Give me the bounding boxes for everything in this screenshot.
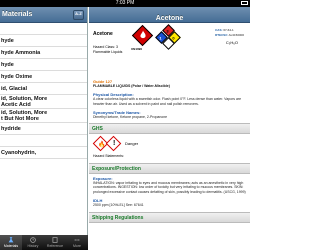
list-item-label: id, Glacial <box>1 86 27 92</box>
list-item-label: hyde <box>1 62 14 68</box>
list-item[interactable]: id, Solution, More t But Not More <box>0 109 87 123</box>
nfpa-fire: 3 <box>166 28 169 34</box>
list-item[interactable]: id, Solution, More Acetic Acid <box>0 95 87 109</box>
identifiers: CAS: 67-64-1 RTECS#: AL3150000 <box>215 28 244 37</box>
tab-materials-label: Materials <box>3 244 19 248</box>
chemical-name: Acetone <box>93 31 113 37</box>
hazard-statements[interactable]: Hazard Statements: <box>93 154 124 158</box>
exposure-text: INHALATION: vapor irritating to eyes and… <box>93 180 246 194</box>
list-item[interactable]: hyde <box>0 59 87 71</box>
list-item-label: id, Solution, More Acetic Acid <box>1 96 48 108</box>
exposure-section: Exposure: INHALATION: vapor irritating t… <box>89 174 250 209</box>
materials-list: hyde hyde Ammonia hyde hyde Oxime id, Glacia… <box>0 23 87 159</box>
list-item-label: hyde Oxime <box>1 74 33 80</box>
list-item-label: hyde Ammonia <box>1 50 41 56</box>
list-item[interactable] <box>0 135 87 147</box>
exclamation-icon: ! <box>113 139 116 147</box>
tab-history-label: History <box>27 244 39 248</box>
sort-az-button[interactable]: A-Z <box>73 10 84 20</box>
physical-text: A clear colorless liquid with a sweetish… <box>93 97 242 106</box>
sort-az-label: A-Z <box>75 10 82 16</box>
ghs-section: 🔥 ! Danger Hazard Statements: <box>89 134 250 160</box>
cas-value: 67-64-1 <box>223 28 234 32</box>
idlh-text: 2500 ppm [10%LEL] See: 67641 <box>93 203 144 207</box>
materials-panel: Materials A-Z hyde hyde Ammonia hyde hyde O… <box>0 7 88 250</box>
status-time: 7:03 PM <box>115 0 135 6</box>
tab-more-label: More <box>73 244 81 248</box>
cas-label: CAS: <box>215 28 223 32</box>
detail-content[interactable]: Acetone Hazard Class: 3 Flammable Liquid… <box>89 23 250 250</box>
guide-desc: FLAMMABLE LIQUIDS (Polar / Water-Miscibl… <box>93 84 170 88</box>
list-item-label: id, Solution, More t But Not More <box>1 110 48 122</box>
tab-reference[interactable]: Reference <box>44 235 66 250</box>
more-icon <box>74 239 80 241</box>
list-item[interactable]: id, Glacial <box>0 83 87 95</box>
detail-nav-bar: Acetone <box>89 7 250 23</box>
tab-reference-label: Reference <box>46 244 64 248</box>
tab-bar: Materials History Reference More <box>0 235 88 250</box>
hazard-class-number: Hazard Class: 3 <box>93 45 118 49</box>
materials-nav-bar: Materials A-Z <box>0 7 87 23</box>
list-item-label: Cyanohydrin, <box>1 150 37 156</box>
detail-title: Acetone <box>155 15 184 22</box>
list-item-label: hydride <box>1 126 21 132</box>
detail-panel: Acetone Acetone Hazard Class: 3 Flammabl… <box>89 7 250 250</box>
clock-icon <box>30 237 36 243</box>
synonyms-text: Dimethyl ketone, Ketone propane, 2-Propa… <box>93 115 168 119</box>
shipping-section-header[interactable]: Shipping Regulations <box>89 211 250 223</box>
status-bar: 7:03 PM <box>0 0 250 7</box>
book-icon <box>52 237 58 243</box>
chemical-formula: C₃H₆O <box>225 40 238 45</box>
flame-icon: 🔥 <box>98 141 106 148</box>
guide-section: Guide 127 FLAMMABLE LIQUIDS (Polar / Wat… <box>89 79 250 120</box>
list-item-label: hyde <box>1 38 14 44</box>
materials-title: Materials <box>2 11 33 18</box>
exposure-section-header: Exposure/Protection <box>89 162 250 174</box>
nfpa-health: 1 <box>159 35 162 41</box>
tab-more[interactable]: More <box>66 235 88 250</box>
battery-icon <box>241 1 248 5</box>
flammable-placard-icon <box>131 24 154 47</box>
flask-icon <box>8 237 14 243</box>
tab-materials[interactable]: Materials <box>0 235 22 250</box>
un-number: UN1090 <box>131 47 143 51</box>
chemical-header: Acetone Hazard Class: 3 Flammable Liquid… <box>89 23 250 79</box>
tab-history[interactable]: History <box>22 235 44 250</box>
rtecs-value: AL3150000 <box>228 32 244 37</box>
list-item[interactable]: hyde <box>0 35 87 47</box>
hazard-class-desc: Flammable Liquids <box>93 49 123 54</box>
list-item[interactable]: hyde Ammonia <box>0 47 87 59</box>
signal-word: Danger <box>125 140 139 146</box>
ghs-section-header: GHS <box>89 122 250 134</box>
nfpa-diamond-icon: 3 1 0 <box>155 24 181 50</box>
list-item[interactable]: hydride <box>0 123 87 135</box>
hazard-class: Hazard Class: 3 Flammable Liquids <box>93 45 122 54</box>
list-item[interactable] <box>0 23 87 35</box>
list-item[interactable]: Cyanohydrin, <box>0 147 87 159</box>
list-item[interactable]: hyde Oxime <box>0 71 87 83</box>
rtecs-label: RTECS#: <box>215 32 228 37</box>
